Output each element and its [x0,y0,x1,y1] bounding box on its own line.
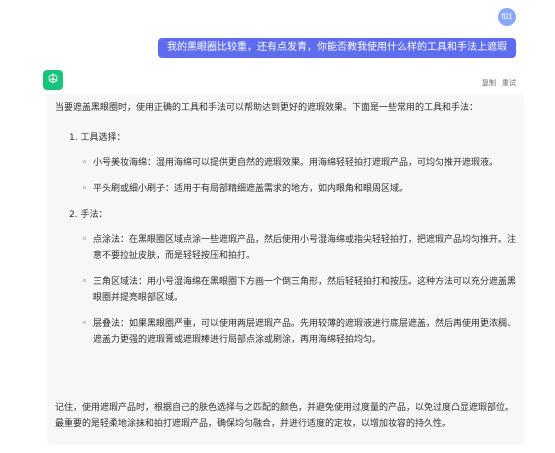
bullet-list: 点涂法：在黑眼圈区域点涂一些遮瑕产品，然后使用小号湿海绵或指尖轻轻拍打，把遮瑕产… [69,232,518,348]
answer-intro: 当要遮盖黑眼圈时，使用正确的工具和手法可以帮助达到更好的遮瑕效果。下面是一些常用… [55,103,479,113]
assistant-avatar [43,70,63,90]
list-item: 点涂法：在黑眼圈区域点涂一些遮瑕产品，然后使用小号湿海绵或指尖轻轻拍打，把遮瑕产… [69,232,518,264]
section-title: 2. 手法： [69,210,108,220]
copy-button[interactable]: 复制 [482,78,496,88]
user-message-bubble: 我的黑眼圈比较重，还有点发青，你能否教我使用什么样的工具和手法上遮瑕 [158,38,516,58]
retry-button[interactable]: 重试 [502,78,516,88]
assistant-answer-card: 当要遮盖黑眼圈时，使用正确的工具和手法可以帮助达到更好的遮瑕效果。下面是一些常用… [47,94,524,445]
message-actions: 复制 重试 [482,78,516,88]
user-avatar: f01 [498,8,516,26]
answer-closing: 记住，使用遮瑕产品时，根据自己的肤色选择与之匹配的颜色，并避免使用过度量的产品，… [55,403,515,429]
bullet-list: 小号美妆海绵：湿用海绵可以提供更自然的遮瑕效果。用海绵轻轻拍打遮瑕产品，可均匀推… [69,155,518,197]
section-tools: 1. 工具选择： 小号美妆海绵：湿用海绵可以提供更自然的遮瑕效果。用海绵轻轻拍打… [55,130,518,197]
section-techniques: 2. 手法： 点涂法：在黑眼圈区域点涂一些遮瑕产品，然后使用小号湿海绵或指尖轻轻… [55,207,518,348]
list-item: 平头刷或细小刷子：适用于有局部精细遮盖需求的地方，如内眼角和眼周区域。 [69,181,518,197]
chat-page: f01 我的黑眼圈比较重，还有点发青，你能否教我使用什么样的工具和手法上遮瑕 复… [0,0,555,453]
list-item: 小号美妆海绵：湿用海绵可以提供更自然的遮瑕效果。用海绵轻轻拍打遮瑕产品，可均匀推… [69,155,518,171]
list-item: 层叠法：如果黑眼圈严重，可以使用两层遮瑕产品。先用较薄的遮瑕液进行底层遮盖，然后… [69,316,518,348]
list-item: 三角区域法：用小号湿海绵在黑眼圈下方画一个倒三角形，然后轻轻拍打和按压。这种方法… [69,274,518,306]
section-title: 1. 工具选择： [69,133,126,143]
chatgpt-logo-icon [46,71,60,90]
